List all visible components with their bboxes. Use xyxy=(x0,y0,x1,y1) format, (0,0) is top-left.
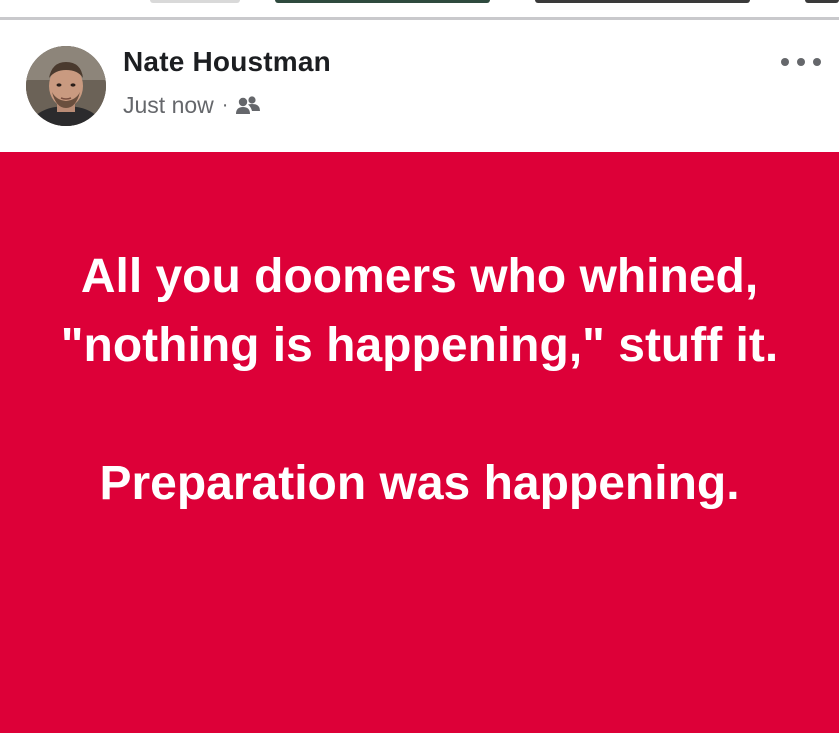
previous-item-edge xyxy=(805,0,839,3)
avatar[interactable] xyxy=(26,46,106,126)
more-options-icon[interactable] xyxy=(781,50,821,74)
more-dot xyxy=(781,58,789,66)
previous-item-edge xyxy=(275,0,490,3)
post-meta: Just now · xyxy=(123,92,261,119)
post-header: Nate Houstman Just now · xyxy=(0,20,839,152)
avatar-photo xyxy=(26,46,106,126)
author-name[interactable]: Nate Houstman xyxy=(123,46,331,78)
post-text: All you doomers who whined, "nothing is … xyxy=(0,242,839,518)
previous-item-edge xyxy=(150,0,240,3)
post-paragraph: All you doomers who whined, "nothing is … xyxy=(60,250,779,372)
more-dot xyxy=(813,58,821,66)
feed-top-strip xyxy=(0,0,839,18)
meta-separator: · xyxy=(221,94,229,116)
more-dot xyxy=(797,58,805,66)
post-background: All you doomers who whined, "nothing is … xyxy=(0,152,839,733)
post-timestamp[interactable]: Just now xyxy=(123,92,214,119)
previous-item-edge xyxy=(535,0,750,3)
friends-icon[interactable] xyxy=(235,95,261,117)
post-paragraph: Preparation was happening. xyxy=(99,457,740,510)
